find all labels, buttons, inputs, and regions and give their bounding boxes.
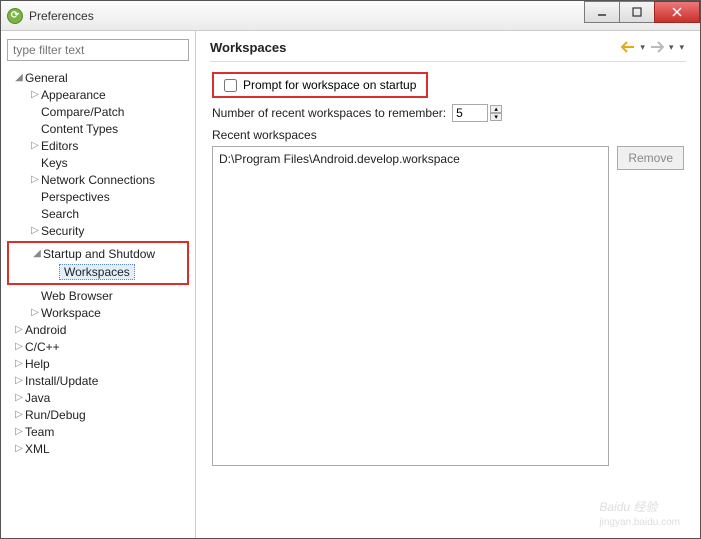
spacer-icon xyxy=(29,208,41,220)
expand-icon[interactable]: ▷ xyxy=(13,341,25,353)
tree-item-help[interactable]: ▷Help xyxy=(7,355,189,372)
expand-icon[interactable]: ▷ xyxy=(13,409,25,421)
minimize-button[interactable] xyxy=(584,1,620,23)
spacer-icon xyxy=(29,290,41,302)
tree-item-general[interactable]: ◢General xyxy=(7,69,189,86)
tree-item-appearance[interactable]: ▷Appearance xyxy=(7,86,189,103)
close-button[interactable] xyxy=(654,1,700,23)
spacer-icon xyxy=(29,123,41,135)
spin-down-button[interactable]: ▾ xyxy=(490,113,502,121)
prompt-highlight: Prompt for workspace on startup xyxy=(212,72,428,98)
tree-item-java[interactable]: ▷Java xyxy=(7,389,189,406)
tree-item-workspaces[interactable]: Workspaces xyxy=(9,262,187,281)
watermark: Baidu 经验 jingyan.baidu.com xyxy=(599,494,680,528)
tree-item-install[interactable]: ▷Install/Update xyxy=(7,372,189,389)
preference-page: Workspaces ▾ ▾ ▾ Prompt for workspace on… xyxy=(196,31,700,538)
window-controls xyxy=(585,1,700,23)
expand-icon[interactable]: ▷ xyxy=(29,89,41,101)
page-header: Workspaces ▾ ▾ ▾ xyxy=(210,39,686,62)
preferences-dialog: ⟳ Preferences ◢General ▷Appearance Compa… xyxy=(0,0,701,539)
spin-up-button[interactable]: ▴ xyxy=(490,105,502,113)
expand-icon[interactable]: ▷ xyxy=(13,426,25,438)
tree-item-content-types[interactable]: Content Types xyxy=(7,120,189,137)
tree-item-web-browser[interactable]: Web Browser xyxy=(7,287,189,304)
title-bar: ⟳ Preferences xyxy=(1,1,700,31)
expand-icon[interactable]: ▷ xyxy=(13,375,25,387)
tree-item-rundebug[interactable]: ▷Run/Debug xyxy=(7,406,189,423)
recent-workspaces-list[interactable]: D:\Program Files\Android.develop.workspa… xyxy=(212,146,609,466)
prompt-label: Prompt for workspace on startup xyxy=(243,78,416,92)
page-content: Prompt for workspace on startup Number o… xyxy=(210,62,686,476)
expand-icon[interactable]: ▷ xyxy=(29,225,41,237)
window-title: Preferences xyxy=(29,9,94,23)
page-toolbar: ▾ ▾ ▾ xyxy=(620,39,686,55)
highlighted-tree-group: ◢Startup and Shutdow Workspaces xyxy=(7,241,189,285)
recent-list-wrap: D:\Program Files\Android.develop.workspa… xyxy=(212,146,684,466)
tree-item-workspace[interactable]: ▷Workspace xyxy=(7,304,189,321)
remove-button[interactable]: Remove xyxy=(617,146,684,170)
expand-icon[interactable]: ◢ xyxy=(13,72,25,84)
filter-input[interactable] xyxy=(7,39,189,61)
view-menu-icon[interactable]: ▾ xyxy=(677,42,686,53)
list-item[interactable]: D:\Program Files\Android.develop.workspa… xyxy=(219,151,602,167)
recent-count-label: Number of recent workspaces to remember: xyxy=(212,106,446,120)
expand-icon[interactable]: ▷ xyxy=(13,392,25,404)
prompt-checkbox[interactable] xyxy=(224,79,237,92)
tree-item-cpp[interactable]: ▷C/C++ xyxy=(7,338,189,355)
page-title: Workspaces xyxy=(210,40,286,55)
tree-item-compare[interactable]: Compare/Patch xyxy=(7,103,189,120)
expand-icon[interactable]: ▷ xyxy=(13,324,25,336)
forward-menu-icon[interactable]: ▾ xyxy=(667,42,676,53)
tree-item-team[interactable]: ▷Team xyxy=(7,423,189,440)
tree-item-startup[interactable]: ◢Startup and Shutdow xyxy=(9,245,187,262)
spinner-buttons: ▴ ▾ xyxy=(490,105,502,121)
tree-item-keys[interactable]: Keys xyxy=(7,154,189,171)
spacer-icon xyxy=(29,157,41,169)
forward-button[interactable] xyxy=(649,39,665,55)
recent-count-row: Number of recent workspaces to remember:… xyxy=(212,104,684,122)
back-menu-icon[interactable]: ▾ xyxy=(638,42,647,53)
preferences-tree: ◢General ▷Appearance Compare/Patch Conte… xyxy=(7,69,189,457)
tree-item-search[interactable]: Search xyxy=(7,205,189,222)
dialog-body: ◢General ▷Appearance Compare/Patch Conte… xyxy=(1,31,700,538)
maximize-button[interactable] xyxy=(619,1,655,23)
expand-icon[interactable]: ▷ xyxy=(29,140,41,152)
tree-item-android[interactable]: ▷Android xyxy=(7,321,189,338)
expand-icon[interactable]: ▷ xyxy=(29,307,41,319)
spacer-icon xyxy=(29,191,41,203)
back-button[interactable] xyxy=(620,39,636,55)
app-icon: ⟳ xyxy=(7,8,23,24)
tree-item-editors[interactable]: ▷Editors xyxy=(7,137,189,154)
expand-icon[interactable]: ◢ xyxy=(31,248,43,260)
tree-item-perspectives[interactable]: Perspectives xyxy=(7,188,189,205)
recent-count-input[interactable] xyxy=(452,104,488,122)
expand-icon[interactable]: ▷ xyxy=(29,174,41,186)
category-sidebar: ◢General ▷Appearance Compare/Patch Conte… xyxy=(1,31,196,538)
spacer-icon xyxy=(29,106,41,118)
expand-icon[interactable]: ▷ xyxy=(13,358,25,370)
tree-item-network[interactable]: ▷Network Connections xyxy=(7,171,189,188)
recent-list-label: Recent workspaces xyxy=(212,128,684,142)
tree-item-security[interactable]: ▷Security xyxy=(7,222,189,239)
spacer-icon xyxy=(47,266,59,278)
tree-item-xml[interactable]: ▷XML xyxy=(7,440,189,457)
expand-icon[interactable]: ▷ xyxy=(13,443,25,455)
